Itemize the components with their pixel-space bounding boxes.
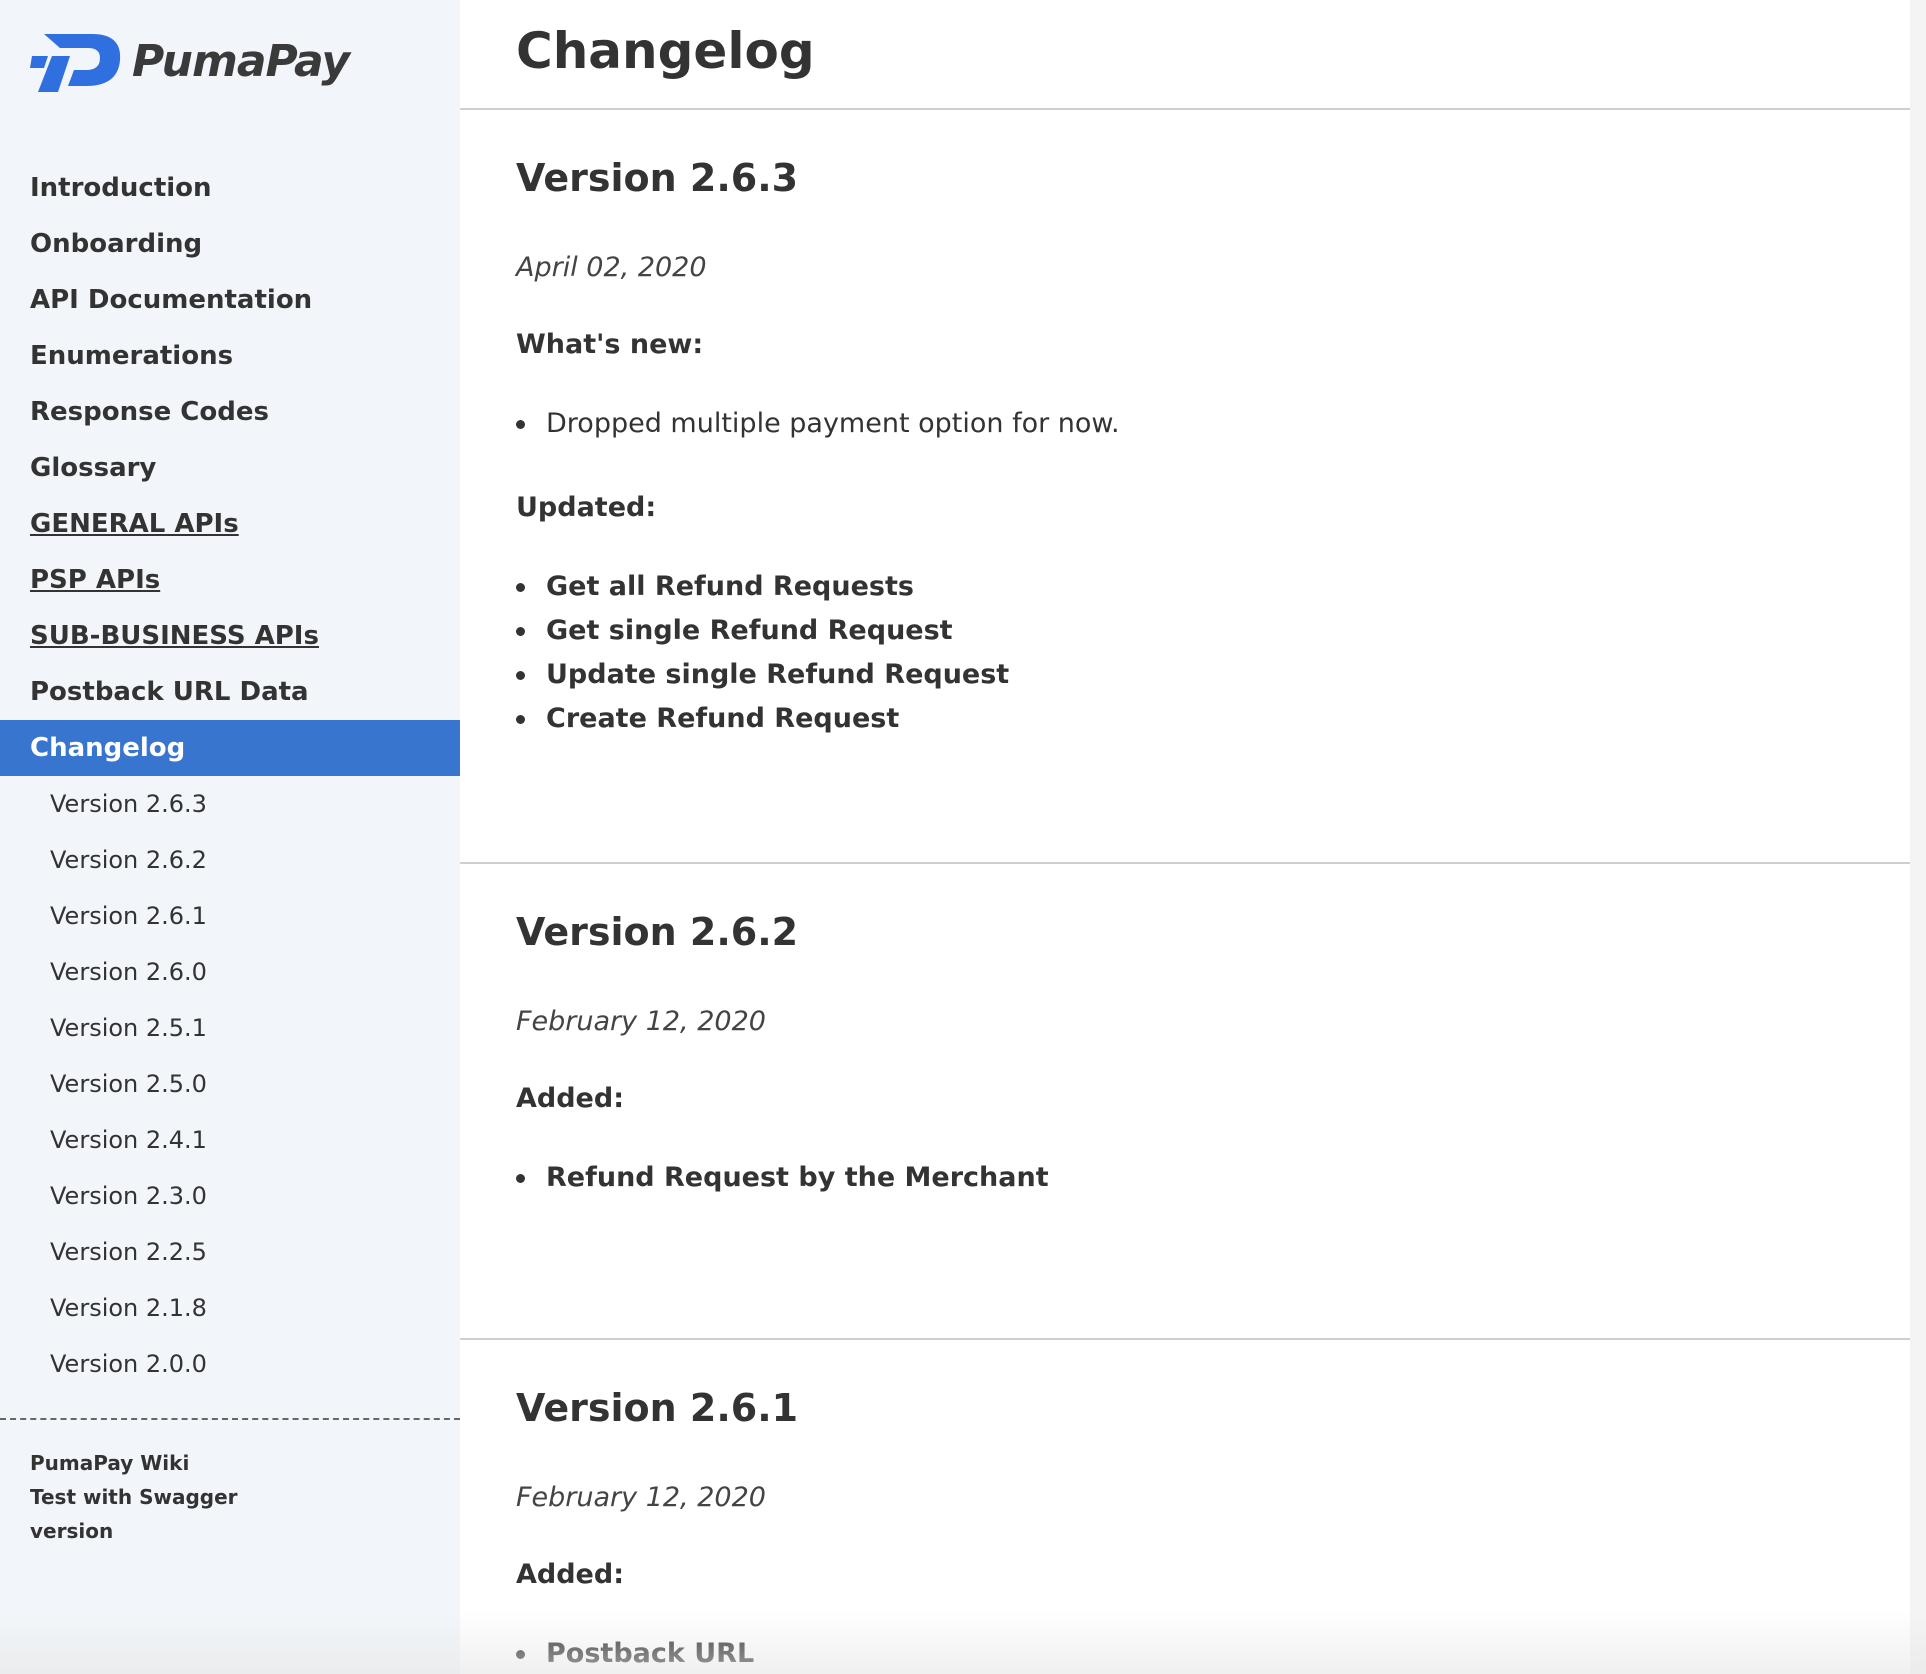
change-list: Postback URL [516, 1632, 1866, 1674]
sidebar-item-sub-business-apis[interactable]: SUB-BUSINESS APIs [0, 608, 460, 664]
subnav-version-2-2-5[interactable]: Version 2.2.5 [0, 1224, 460, 1280]
subnav-version-2-5-0[interactable]: Version 2.5.0 [0, 1056, 460, 1112]
group-heading: Updated: [516, 492, 657, 523]
change-list: Get all Refund Requests Get single Refun… [516, 565, 1866, 741]
footer-link-wiki[interactable]: PumaPay Wiki [30, 1446, 238, 1480]
version-date: April 02, 2020 [516, 252, 707, 283]
version-title: Version 2.6.3 [516, 156, 799, 200]
sidebar-item-label: Postback URL Data [30, 677, 309, 707]
brand-logo[interactable]: PumaPay [30, 26, 350, 96]
list-item-link[interactable]: Create Refund Request [516, 697, 1866, 741]
subnav-version-2-0-0[interactable]: Version 2.0.0 [0, 1336, 460, 1392]
sidebar-item-label: Changelog [30, 733, 186, 763]
sidebar-item-response-codes[interactable]: Response Codes [0, 384, 460, 440]
sidebar-item-label: SUB-BUSINESS APIs [30, 621, 319, 651]
list-item-link[interactable]: Get single Refund Request [516, 609, 1866, 653]
version-date: February 12, 2020 [516, 1482, 766, 1513]
sidebar-item-label: Onboarding [30, 229, 203, 259]
version-section-2-6-3: Version 2.6.3 April 02, 2020 What's new:… [516, 156, 1866, 741]
sidebar-item-label: GENERAL APIs [30, 509, 239, 539]
group-heading: Added: [516, 1083, 624, 1114]
scrollbar-track[interactable] [1910, 0, 1926, 1674]
change-list: Refund Request by the Merchant [516, 1156, 1866, 1200]
footer-link-swagger[interactable]: Test with Swagger [30, 1480, 238, 1514]
subnav-version-2-6-0[interactable]: Version 2.6.0 [0, 944, 460, 1000]
subnav-version-2-4-1[interactable]: Version 2.4.1 [0, 1112, 460, 1168]
sidebar-item-postback-url-data[interactable]: Postback URL Data [0, 664, 460, 720]
version-section-2-6-2: Version 2.6.2 February 12, 2020 Added: R… [516, 910, 1866, 1200]
sidebar-item-api-documentation[interactable]: API Documentation [0, 272, 460, 328]
main-content: Changelog Version 2.6.3 April 02, 2020 W… [460, 0, 1910, 1674]
change-list: Dropped multiple payment option for now. [516, 402, 1866, 446]
list-item-link[interactable]: Refund Request by the Merchant [516, 1156, 1866, 1200]
sidebar-item-label: Introduction [30, 173, 212, 203]
sidebar-item-psp-apis[interactable]: PSP APIs [0, 552, 460, 608]
list-item-link[interactable]: Update single Refund Request [516, 653, 1866, 697]
list-item: Dropped multiple payment option for now. [516, 402, 1866, 446]
sidebar-item-glossary[interactable]: Glossary [0, 440, 460, 496]
sidebar-item-label: Enumerations [30, 341, 234, 371]
version-title: Version 2.6.2 [516, 910, 799, 954]
sidebar-item-label: Glossary [30, 453, 157, 483]
pumapay-logo-icon [30, 34, 121, 92]
subnav-version-2-3-0[interactable]: Version 2.3.0 [0, 1168, 460, 1224]
brand-name: PumaPay [132, 35, 350, 87]
subnav-version-2-6-1[interactable]: Version 2.6.1 [0, 888, 460, 944]
subnav-version-2-6-3[interactable]: Version 2.6.3 [0, 776, 460, 832]
sidebar-footer: PumaPay Wiki Test with Swagger version [30, 1446, 238, 1548]
sidebar-divider [0, 1418, 460, 1420]
list-item-link[interactable]: Postback URL [516, 1632, 1866, 1674]
subnav-version-2-5-1[interactable]: Version 2.5.1 [0, 1000, 460, 1056]
version-section-2-6-1: Version 2.6.1 February 12, 2020 Added: P… [516, 1386, 1866, 1674]
list-item-link[interactable]: Get all Refund Requests [516, 565, 1866, 609]
version-title: Version 2.6.1 [516, 1386, 799, 1430]
page-title: Changelog [516, 22, 815, 80]
footer-version: version [30, 1519, 114, 1543]
section-divider [460, 862, 1910, 864]
sidebar-item-label: Response Codes [30, 397, 269, 427]
section-divider [460, 1338, 1910, 1340]
sidebar-item-label: API Documentation [30, 285, 313, 315]
sidebar-item-label: PSP APIs [30, 565, 161, 595]
sidebar-item-introduction[interactable]: Introduction [0, 160, 460, 216]
group-heading: Added: [516, 1559, 624, 1590]
sidebar-item-enumerations[interactable]: Enumerations [0, 328, 460, 384]
section-divider [460, 108, 1910, 110]
sidebar-item-general-apis[interactable]: GENERAL APIs [0, 496, 460, 552]
sidebar-nav: Introduction Onboarding API Documentatio… [0, 160, 460, 1392]
sidebar-item-changelog[interactable]: Changelog [0, 720, 460, 776]
subnav-version-2-1-8[interactable]: Version 2.1.8 [0, 1280, 460, 1336]
subnav-version-2-6-2[interactable]: Version 2.6.2 [0, 832, 460, 888]
version-date: February 12, 2020 [516, 1006, 766, 1037]
sidebar-item-onboarding[interactable]: Onboarding [0, 216, 460, 272]
group-heading: What's new: [516, 329, 704, 360]
sidebar: PumaPay Introduction Onboarding API Docu… [0, 0, 460, 1674]
